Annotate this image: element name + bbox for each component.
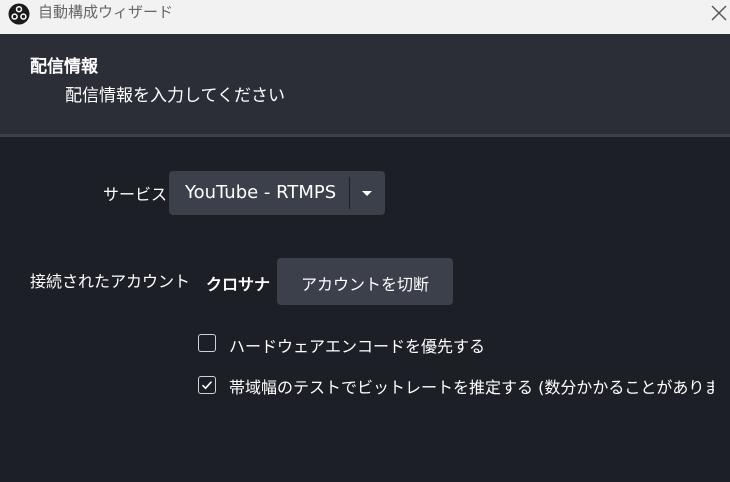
title-bar: 自動構成ウィザード [0, 0, 730, 34]
header-divider [0, 134, 730, 137]
page-title: 配信情報 [30, 57, 98, 77]
bandwidth-test-checkbox[interactable] [198, 376, 216, 394]
page-subtitle: 配信情報を入力してください [65, 86, 285, 106]
checkmark-icon [201, 381, 213, 390]
dropdown-separator [349, 177, 350, 209]
disconnect-account-button[interactable]: アカウントを切断 [277, 258, 453, 305]
bandwidth-test-label[interactable]: 帯域幅のテストでビットレートを推定する (数分かかることがあります) [229, 378, 714, 397]
account-name: クロサナ [206, 275, 271, 294]
window-title: 自動構成ウィザード [38, 3, 174, 21]
hardware-encode-label[interactable]: ハードウェアエンコードを優先する [229, 333, 485, 357]
disconnect-account-label: アカウントを切断 [300, 275, 429, 294]
bandwidth-test-option[interactable]: 帯域幅のテストでビットレートを推定する (数分かかることがあります) [229, 374, 714, 398]
account-label: 接続されたアカウント [30, 272, 191, 291]
hardware-encode-checkbox[interactable] [198, 334, 216, 352]
service-selected-value: YouTube - RTMPS [185, 182, 337, 203]
service-label: サービス [103, 185, 168, 204]
chevron-down-icon[interactable] [359, 187, 375, 199]
page-header: 配信情報 配信情報を入力してください [0, 34, 730, 134]
service-dropdown[interactable]: YouTube - RTMPS [169, 171, 385, 215]
close-icon[interactable] [708, 2, 730, 24]
obs-logo-icon [8, 3, 30, 25]
